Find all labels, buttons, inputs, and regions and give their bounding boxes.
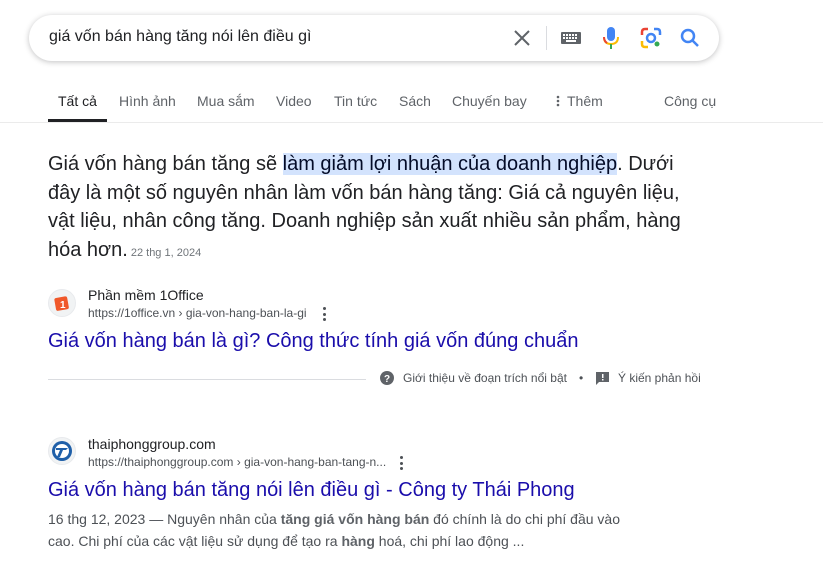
help-icon: ? [380, 371, 394, 385]
site-name[interactable]: Phần mềm 1Office [88, 287, 204, 303]
tab-videos[interactable]: Video [276, 93, 312, 109]
desc-bold: hàng [341, 533, 375, 549]
tools-button[interactable]: Công cụ [664, 93, 716, 109]
snippet-footer: ? Giới thiệu về đoạn trích nổi bật • Ý k… [48, 370, 701, 388]
tab-books[interactable]: Sách [399, 93, 431, 109]
desc-text: Nguyên nhân của [167, 511, 281, 527]
search-input[interactable]: giá vốn bán hàng tăng nói lên điều gì [49, 28, 311, 46]
result-description: 16 thg 12, 2023 — Nguyên nhân của tăng g… [48, 508, 648, 552]
more-options-icon[interactable] [396, 455, 406, 471]
microphone-icon[interactable] [599, 26, 623, 50]
more-options-icon[interactable] [319, 306, 329, 322]
divider [48, 379, 366, 380]
clear-icon[interactable] [510, 26, 534, 50]
feedback-icon [596, 371, 609, 385]
site-url[interactable]: https://1office.vn › gia-von-hang-ban-la… [88, 306, 307, 320]
result-title-link[interactable]: Giá vốn hàng bán tăng nói lên điều gì - … [48, 479, 575, 502]
feedback-link[interactable]: Ý kiến phản hồi [596, 371, 701, 385]
keyboard-icon[interactable] [559, 26, 583, 50]
active-tab-indicator [48, 119, 107, 122]
tab-images[interactable]: Hình ảnh [119, 93, 176, 109]
about-snippet-link[interactable]: ? Giới thiệu về đoạn trích nổi bật [380, 371, 567, 385]
svg-text:1: 1 [60, 300, 66, 311]
favicon-1office: 1 [48, 289, 76, 317]
tab-more-label: Thêm [567, 93, 603, 109]
search-icon[interactable] [678, 26, 702, 50]
tab-all[interactable]: Tất cả [58, 93, 97, 109]
svg-text:?: ? [384, 374, 390, 385]
tab-flights[interactable]: Chuyến bay [452, 93, 527, 109]
about-snippet-label: Giới thiệu về đoạn trích nổi bật [403, 371, 567, 385]
featured-snippet-text: Giá vốn hàng bán tăng sẽ làm giảm lợi nh… [48, 150, 698, 267]
site-url[interactable]: https://thaiphonggroup.com › gia-von-han… [88, 455, 386, 469]
snippet-date: 22 thg 1, 2024 [130, 246, 202, 259]
desc-bold: tăng giá vốn hàng bán [280, 511, 430, 527]
tab-shopping[interactable]: Mua sắm [197, 93, 255, 109]
tab-news[interactable]: Tin tức [334, 93, 377, 109]
feedback-label: Ý kiến phản hồi [618, 371, 701, 385]
search-tabs: Tất cả Hình ảnh Mua sắm Video Tin tức Sá… [0, 84, 823, 123]
tab-more[interactable]: Thêm [556, 93, 603, 109]
lens-icon[interactable] [639, 26, 663, 50]
snippet-highlight: làm giảm lợi nhuận của doanh nghiệp [282, 153, 618, 175]
result-title-link[interactable]: Giá vốn hàng bán là gì? Công thức tính g… [48, 330, 578, 353]
search-box[interactable]: giá vốn bán hàng tăng nói lên điều gì [29, 15, 719, 61]
site-name[interactable]: thaiphonggroup.com [88, 436, 216, 452]
footer-separator: • [579, 371, 584, 385]
desc-text: hoá, chi phí lao động ... [374, 533, 525, 549]
search-divider [546, 26, 547, 50]
snippet-text-before: Giá vốn hàng bán tăng sẽ [48, 153, 283, 175]
result-date: 16 thg 12, 2023 — [48, 511, 168, 527]
favicon-thaiphong [48, 437, 76, 465]
more-vert-icon [556, 95, 560, 107]
